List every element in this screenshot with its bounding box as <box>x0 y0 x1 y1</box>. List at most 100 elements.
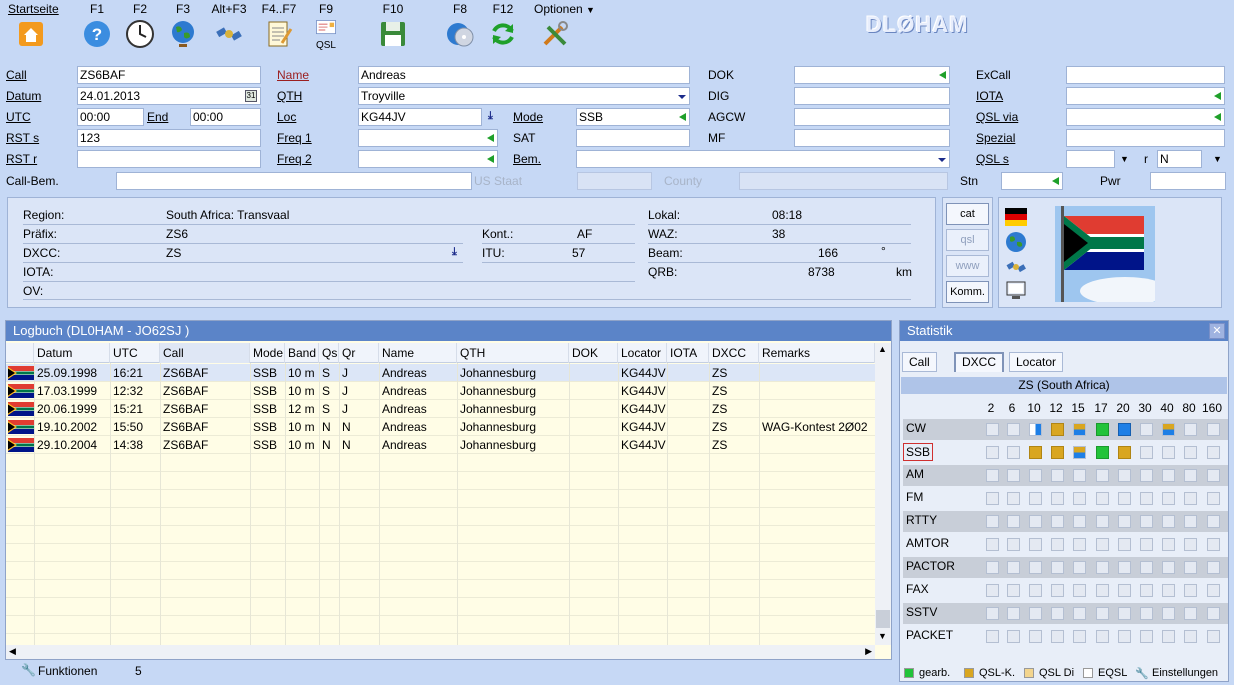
stat-cell[interactable] <box>1140 561 1153 574</box>
freq1-input[interactable] <box>358 129 498 147</box>
stat-cell[interactable] <box>1207 492 1220 505</box>
col-datum[interactable]: Datum <box>34 343 110 363</box>
stat-cell[interactable] <box>1007 584 1020 597</box>
stat-cell[interactable] <box>1184 561 1197 574</box>
settings-icon[interactable]: 🔧 <box>1135 667 1149 680</box>
stat-cell[interactable] <box>1118 515 1131 528</box>
stat-cell[interactable] <box>1029 423 1042 436</box>
loc-input[interactable]: KG44JV <box>358 108 482 126</box>
stat-cell[interactable] <box>1073 515 1086 528</box>
stat-cell[interactable] <box>986 423 999 436</box>
stat-cell[interactable] <box>1051 538 1064 551</box>
stat-cell[interactable] <box>1051 584 1064 597</box>
mode-label[interactable]: AMTOR <box>906 536 949 550</box>
table-row[interactable]: 20.06.1999 15:21 ZS6BAF SSB 12 m S J Andreas Joh… <box>6 400 875 418</box>
table-row[interactable] <box>6 526 875 544</box>
scroll-thumb[interactable] <box>876 610 890 628</box>
stat-cell[interactable] <box>1118 538 1131 551</box>
col-name[interactable]: Name <box>379 343 457 363</box>
stat-cell[interactable] <box>1096 423 1109 436</box>
stat-cell[interactable] <box>1118 561 1131 574</box>
scroll-right-icon[interactable]: ▶ <box>865 646 872 657</box>
col-qth[interactable]: QTH <box>457 343 569 363</box>
table-row[interactable] <box>6 580 875 598</box>
stat-cell[interactable] <box>1007 515 1020 528</box>
qsl-via-input[interactable] <box>1066 108 1225 126</box>
stat-cell[interactable] <box>1140 538 1153 551</box>
stat-cell[interactable] <box>1184 469 1197 482</box>
pwr-input[interactable] <box>1150 172 1226 190</box>
rst-r-input[interactable] <box>77 150 261 168</box>
agcw-input[interactable] <box>794 108 950 126</box>
utc-input[interactable]: 00:00 <box>77 108 144 126</box>
stat-cell[interactable] <box>986 584 999 597</box>
name-input[interactable]: Andreas <box>358 66 690 84</box>
toolbar-satellite-button[interactable]: Alt+F3 <box>208 0 250 49</box>
stat-cell[interactable] <box>1184 607 1197 620</box>
stat-cell[interactable] <box>1096 492 1109 505</box>
stat-cell[interactable] <box>1118 607 1131 620</box>
stat-cell[interactable] <box>1096 584 1109 597</box>
komm-button[interactable]: Komm. <box>946 281 989 303</box>
mode-label[interactable]: FM <box>906 490 923 504</box>
mode-label[interactable]: SSTV <box>906 605 937 619</box>
green-arrow-icon[interactable] <box>487 155 494 163</box>
stat-cell[interactable] <box>1184 515 1197 528</box>
stat-cell[interactable] <box>1051 630 1064 643</box>
toolbar-save-button[interactable]: F10 <box>372 0 414 49</box>
col-band[interactable]: Band <box>285 343 319 363</box>
stat-cell[interactable] <box>1073 584 1086 597</box>
green-arrow-icon[interactable] <box>1214 92 1221 100</box>
stat-cell[interactable] <box>1162 607 1175 620</box>
col-iota[interactable]: IOTA <box>667 343 709 363</box>
stat-cell[interactable] <box>1140 469 1153 482</box>
qsl-r-input[interactable]: N <box>1157 150 1202 168</box>
table-row[interactable]: 19.10.2002 15:50 ZS6BAF SSB 10 m N N Andreas Joh… <box>6 418 875 436</box>
stat-cell[interactable] <box>1140 584 1153 597</box>
table-row[interactable]: 17.03.1999 12:32 ZS6BAF SSB 10 m S J Andreas Joh… <box>6 382 875 400</box>
scroll-up-icon[interactable]: ▲ <box>878 344 887 354</box>
stat-cell[interactable] <box>986 630 999 643</box>
stat-cell[interactable] <box>1140 492 1153 505</box>
green-arrow-icon[interactable] <box>1214 113 1221 121</box>
chevron-down-icon[interactable]: ▼ <box>1120 154 1129 164</box>
green-arrow-icon[interactable] <box>487 134 494 142</box>
stat-cell[interactable] <box>1162 538 1175 551</box>
stat-cell[interactable] <box>1162 423 1175 436</box>
toolbar-help-button[interactable]: F1 ? <box>78 0 116 49</box>
stat-cell[interactable] <box>1184 538 1197 551</box>
tab-locator[interactable]: Locator <box>1009 352 1064 372</box>
green-arrow-icon[interactable] <box>679 113 686 121</box>
col-dxcc[interactable]: DXCC <box>709 343 759 363</box>
mode-label[interactable]: AM <box>906 467 924 481</box>
stat-cell[interactable] <box>1029 561 1042 574</box>
stat-cell[interactable] <box>1184 423 1197 436</box>
green-arrow-icon[interactable] <box>1052 177 1059 185</box>
stat-cell[interactable] <box>1007 469 1020 482</box>
stat-cell[interactable] <box>1162 561 1175 574</box>
stat-cell[interactable] <box>1207 469 1220 482</box>
stat-cell[interactable] <box>1073 446 1086 459</box>
toolbar-qsl-button[interactable]: F9 QSL <box>306 0 346 51</box>
stat-cell[interactable] <box>1029 538 1042 551</box>
scroll-down-icon[interactable]: ▼ <box>878 631 887 641</box>
stat-cell[interactable] <box>1051 469 1064 482</box>
stat-cell[interactable] <box>1029 515 1042 528</box>
stat-cell[interactable] <box>1207 630 1220 643</box>
stat-cell[interactable] <box>1096 630 1109 643</box>
stat-cell[interactable] <box>1118 584 1131 597</box>
stat-cell[interactable] <box>1051 515 1064 528</box>
col-mode[interactable]: Mode <box>250 343 285 363</box>
toolbar-globe-button[interactable]: F3 <box>164 0 202 49</box>
stat-cell[interactable] <box>1184 492 1197 505</box>
stat-cell[interactable] <box>1207 423 1220 436</box>
table-row[interactable] <box>6 454 875 472</box>
mode-label[interactable]: CW <box>906 421 926 435</box>
stn-input[interactable] <box>1001 172 1063 190</box>
toolbar-home-button[interactable]: Startseite <box>8 0 59 49</box>
www-button[interactable]: www <box>946 255 989 277</box>
globe-icon[interactable] <box>1005 231 1027 253</box>
calendar-icon[interactable]: 31 <box>245 90 257 102</box>
stat-cell[interactable] <box>1118 446 1131 459</box>
mode-label[interactable]: PACTOR <box>906 559 955 573</box>
